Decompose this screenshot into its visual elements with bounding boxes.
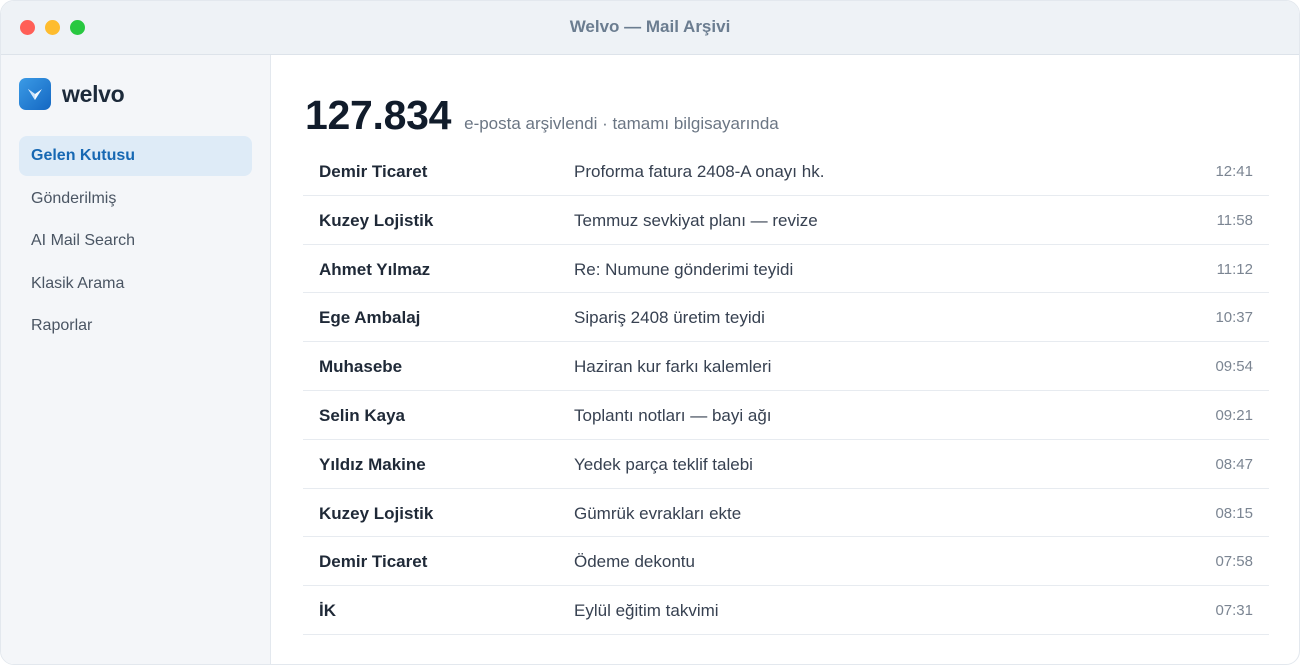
mail-subject: Gümrük evrakları ekte xyxy=(574,503,742,523)
mail-sender: Selin Kaya xyxy=(319,405,405,425)
mail-row[interactable]: Demir Ticaret Proforma fatura 2408-A ona… xyxy=(303,147,1269,196)
mail-row[interactable]: Demir Ticaret Ödeme dekontu 07:58 xyxy=(303,537,1269,587)
mail-row[interactable]: Ahmet Yılmaz Re: Numune gönderimi teyidi… xyxy=(303,245,1269,294)
mail-row[interactable]: Ege Ambalaj Sipariş 2408 üretim teyidi 1… xyxy=(303,293,1269,343)
mail-row[interactable]: Yıldız Makine Yedek parça teklif talebi … xyxy=(303,440,1269,489)
mail-row[interactable]: Kuzey Lojistik Gümrük evrakları ekte 08:… xyxy=(303,489,1269,538)
brand-logo: welvo xyxy=(19,78,125,110)
sidebar-item-classic-search[interactable]: Klasik Arama xyxy=(19,264,252,304)
archived-caption: e-posta arşivlendi · tamamı bilgisayarın… xyxy=(464,114,779,133)
archive-stat: 127.834 e-posta arşivlendi · tamamı bilg… xyxy=(305,92,779,139)
main-content: 127.834 e-posta arşivlendi · tamamı bilg… xyxy=(272,55,1299,664)
mail-sender: Muhasebe xyxy=(319,357,403,377)
mail-time: 07:58 xyxy=(1215,553,1253,571)
mail-sender: İK xyxy=(319,601,336,621)
mail-list: Demir Ticaret Proforma fatura 2408-A ona… xyxy=(303,147,1269,635)
app-window: Welvo — Mail Arşivi welvo Gelen Kutusu G… xyxy=(0,0,1300,665)
mail-time: 10:37 xyxy=(1215,309,1253,327)
mail-subject: Yedek parça teklif talebi xyxy=(574,454,753,474)
mail-subject: Sipariş 2408 üretim teyidi xyxy=(574,308,765,328)
mail-sender: Ege Ambalaj xyxy=(319,308,421,328)
sidebar-item-label: Gönderilmiş xyxy=(31,189,117,207)
mail-time: 09:54 xyxy=(1215,358,1253,376)
mail-row[interactable]: İK Eylül eğitim takvimi 07:31 xyxy=(303,586,1269,635)
mail-row[interactable]: Muhasebe Haziran kur farkı kalemleri 09:… xyxy=(303,342,1269,391)
window-title: Welvo — Mail Arşivi xyxy=(569,17,731,36)
sidebar-nav: Gelen Kutusu Gönderilmiş AI Mail Search … xyxy=(19,136,252,349)
mail-sender: Kuzey Lojistik xyxy=(319,503,434,523)
mail-subject: Toplantı notları — bayi ağı xyxy=(574,405,772,425)
sidebar-item-label: Gelen Kutusu xyxy=(31,147,136,164)
sidebar-item-sent[interactable]: Gönderilmiş xyxy=(19,179,252,219)
mail-subject: Proforma fatura 2408-A onayı hk. xyxy=(574,162,825,181)
mail-sender: Yıldız Makine xyxy=(319,454,426,474)
archived-count: 127.834 xyxy=(305,92,452,138)
brand-name: welvo xyxy=(62,80,125,107)
mail-row[interactable]: Selin Kaya Toplantı notları — bayi ağı 0… xyxy=(303,391,1269,440)
sidebar-item-ai-mail-search[interactable]: AI Mail Search xyxy=(19,221,252,261)
mail-sender: Kuzey Lojistik xyxy=(319,210,434,230)
mail-subject: Ödeme dekontu xyxy=(574,552,695,572)
mail-time: 11:12 xyxy=(1216,260,1253,278)
sidebar-item-reports[interactable]: Raporlar xyxy=(19,306,252,346)
title-bar: Welvo — Mail Arşivi xyxy=(1,1,1299,55)
sidebar-item-label: Raporlar xyxy=(31,317,93,334)
mail-time: 09:21 xyxy=(1215,406,1253,424)
mail-sender: Ahmet Yılmaz xyxy=(319,259,431,279)
mail-time: 07:31 xyxy=(1215,602,1253,620)
sidebar-item-label: AI Mail Search xyxy=(31,232,136,249)
welvo-logo-icon xyxy=(19,78,51,110)
mail-subject: Haziran kur farkı kalemleri xyxy=(574,357,772,377)
mail-sender: Demir Ticaret xyxy=(319,162,428,181)
mail-time: 12:41 xyxy=(1215,163,1253,180)
mail-time: 08:47 xyxy=(1215,455,1253,473)
sidebar-item-inbox[interactable]: Gelen Kutusu xyxy=(19,136,252,176)
mail-sender: Demir Ticaret xyxy=(319,552,428,572)
mail-row[interactable]: Kuzey Lojistik Temmuz sevkiyat planı — r… xyxy=(303,196,1269,245)
mail-time: 11:58 xyxy=(1216,211,1253,229)
mail-subject: Temmuz sevkiyat planı — revize xyxy=(574,210,818,230)
sidebar-item-label: Klasik Arama xyxy=(31,274,125,292)
mail-subject: Eylül eğitim takvimi xyxy=(574,601,719,621)
sidebar: welvo Gelen Kutusu Gönderilmiş AI Mail S… xyxy=(1,55,271,664)
mail-subject: Re: Numune gönderimi teyidi xyxy=(574,259,794,279)
mail-time: 08:15 xyxy=(1215,504,1253,522)
